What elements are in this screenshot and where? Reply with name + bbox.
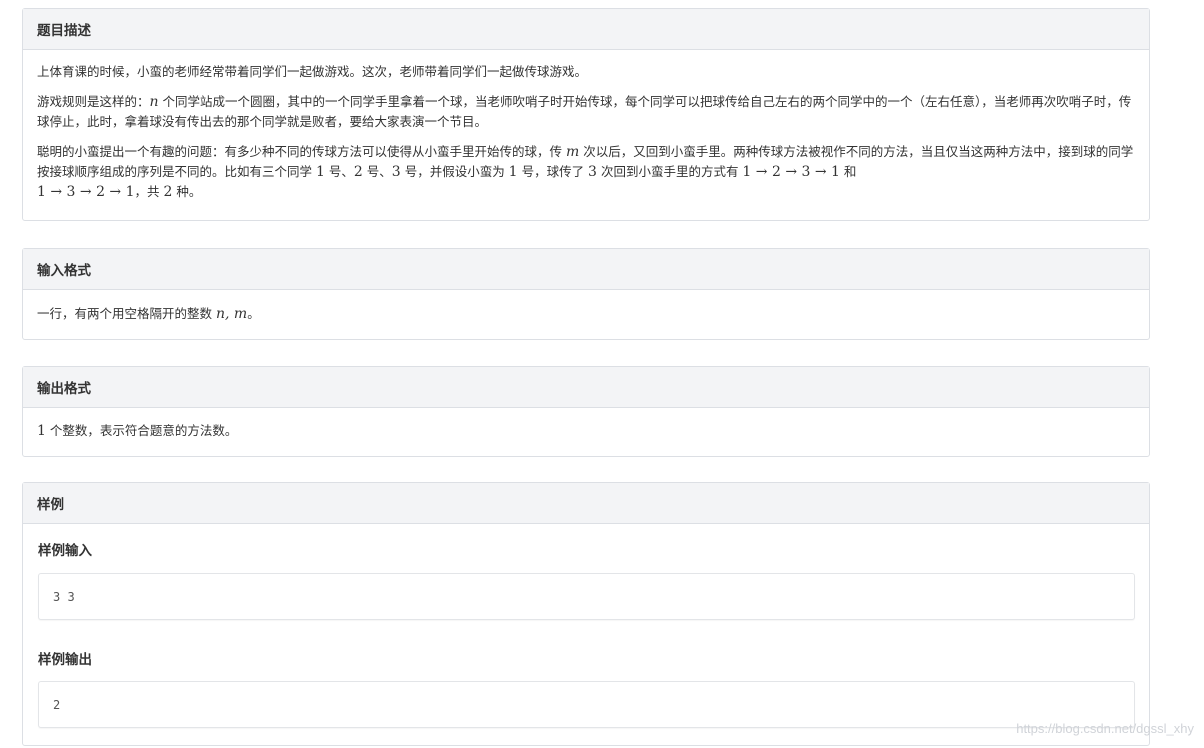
- math-num: 1: [315, 164, 325, 180]
- text-span: 号、: [362, 164, 392, 179]
- math-num: 1: [508, 164, 518, 180]
- text-span: 种。: [172, 184, 202, 199]
- description-heading: 题目描述: [23, 9, 1149, 50]
- math-num: 1: [37, 423, 46, 439]
- text-span: 。: [247, 306, 260, 321]
- input-format-panel: 输入格式 一行，有两个用空格隔开的整数 n, m。: [22, 248, 1150, 340]
- sample-output-title: 样例输出: [38, 652, 92, 668]
- text-span: 个整数，表示符合题意的方法数。: [45, 423, 238, 438]
- text-span: 聪明的小蛮提出一个有趣的问题：有多少种不同的传球方法可以使得从小蛮手里开始传的球…: [37, 144, 566, 159]
- sample-heading: 样例: [23, 483, 1149, 524]
- text-span: 和: [839, 164, 857, 179]
- math-m: m: [565, 144, 580, 160]
- text-span: 个同学站成一个圆圈，其中的一个同学手里拿着一个球，当老师吹哨子时开始传球，每个同…: [37, 94, 1132, 129]
- input-format-heading: 输入格式: [23, 249, 1149, 290]
- text-span: 号、: [324, 164, 354, 179]
- text-span: 游戏规则是这样的：: [37, 94, 150, 109]
- math-vars: n, m: [215, 306, 248, 322]
- input-format-body: 一行，有两个用空格隔开的整数 n, m。: [23, 290, 1149, 324]
- math-sequence-2: 1 → 3 → 2 → 1: [37, 184, 135, 200]
- description-paragraph-3: 聪明的小蛮提出一个有趣的问题：有多少种不同的传球方法可以使得从小蛮手里开始传的球…: [37, 142, 1135, 202]
- text-span: 号，并假设小蛮为: [400, 164, 509, 179]
- sample-input-box[interactable]: 3 3: [38, 573, 1135, 620]
- text-span: ，共: [134, 184, 164, 199]
- math-num: 2: [353, 164, 363, 180]
- output-format-panel: 输出格式 1 个整数，表示符合题意的方法数。: [22, 366, 1150, 457]
- text-span: 次回到小蛮手里的方式有: [596, 164, 743, 179]
- output-format-body: 1 个整数，表示符合题意的方法数。: [23, 408, 1149, 441]
- sample-panel: 样例 样例输入 3 3 样例输出 2: [22, 482, 1150, 746]
- description-panel: 题目描述 上体育课的时候，小蛮的老师经常带着同学们一起做游戏。这次，老师带着同学…: [22, 8, 1150, 221]
- text-span: 一行，有两个用空格隔开的整数: [37, 306, 216, 321]
- sample-input-title: 样例输入: [38, 543, 92, 559]
- description-paragraph-2: 游戏规则是这样的：n 个同学站成一个圆圈，其中的一个同学手里拿着一个球，当老师吹…: [37, 92, 1135, 132]
- math-num: 3: [588, 164, 597, 180]
- description-paragraph-1: 上体育课的时候，小蛮的老师经常带着同学们一起做游戏。这次，老师带着同学们一起做传…: [37, 64, 588, 79]
- text-span: 号，球传了: [517, 164, 589, 179]
- sample-output-box[interactable]: 2: [38, 681, 1135, 728]
- description-body: 上体育课的时候，小蛮的老师经常带着同学们一起做游戏。这次，老师带着同学们一起做传…: [23, 50, 1149, 202]
- problem-page: 题目描述 上体育课的时候，小蛮的老师经常带着同学们一起做游戏。这次，老师带着同学…: [0, 0, 1204, 748]
- math-num: 3: [391, 164, 401, 180]
- math-sequence-1: 1 → 2 → 3 → 1: [742, 164, 840, 180]
- output-format-heading: 输出格式: [23, 367, 1149, 408]
- math-n: n: [149, 94, 159, 110]
- output-format-text: 1 个整数，表示符合题意的方法数。: [37, 421, 1135, 441]
- watermark: https://blog.csdn.net/dgssl_xhy: [1016, 721, 1194, 736]
- input-format-text: 一行，有两个用空格隔开的整数 n, m。: [37, 304, 1135, 324]
